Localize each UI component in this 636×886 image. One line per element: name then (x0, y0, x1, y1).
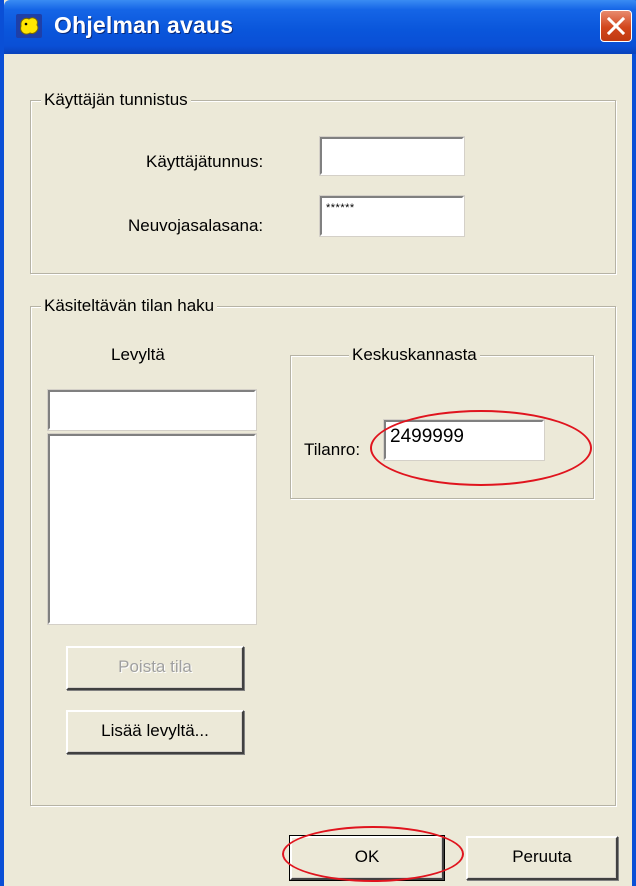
password-value: ****** (326, 202, 355, 214)
farm-number-highlight (370, 410, 592, 486)
title-bar[interactable]: Ohjelman avaus (4, 0, 636, 54)
add-from-disk-button[interactable]: Lisää levyltä... (66, 710, 244, 754)
close-button[interactable] (600, 10, 632, 42)
ok-highlight (282, 826, 464, 882)
window-title: Ohjelman avaus (54, 12, 234, 38)
username-field[interactable] (319, 136, 465, 176)
user-identification-group: Käyttäjän tunnistus (30, 90, 616, 274)
dialog-window: Ohjelman avaus Käyttäjän tunnistus Käytt… (0, 0, 636, 886)
farm-search-legend: Käsiteltävän tilan haku (41, 296, 218, 316)
username-label: Käyttäjätunnus: (146, 152, 264, 171)
close-icon (607, 17, 625, 35)
password-label: Neuvojasalasana: (128, 216, 264, 235)
yellow-blob-icon (16, 14, 42, 38)
password-field[interactable]: ****** (319, 195, 465, 237)
remove-farm-button[interactable]: Poista tila (66, 646, 244, 690)
cancel-button[interactable]: Peruuta (466, 836, 618, 880)
disk-label: Levyltä (111, 345, 165, 364)
user-identification-legend: Käyttäjän tunnistus (41, 90, 191, 110)
disk-search-input[interactable] (47, 389, 257, 431)
disk-farm-list[interactable] (47, 433, 257, 625)
central-database-legend: Keskuskannasta (349, 345, 480, 365)
farm-number-label: Tilanro: (304, 440, 361, 459)
